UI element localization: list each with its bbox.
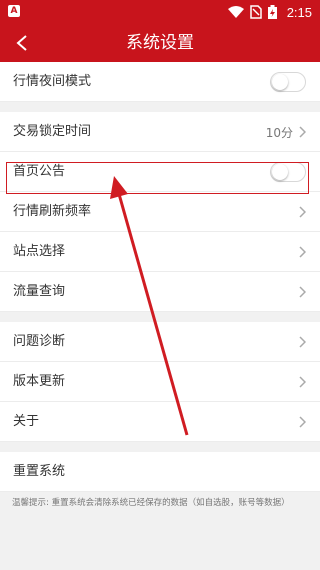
setting-site-selection[interactable]: 站点选择 bbox=[0, 232, 320, 272]
toggle-knob bbox=[272, 74, 288, 90]
setting-label: 站点选择 bbox=[13, 244, 66, 259]
chevron-right-icon bbox=[299, 336, 306, 348]
setting-label: 关于 bbox=[13, 414, 40, 429]
back-button[interactable] bbox=[10, 31, 34, 55]
setting-value: 10分 bbox=[265, 125, 293, 140]
setting-label: 行情夜间模式 bbox=[13, 74, 92, 89]
chevron-right-icon bbox=[299, 246, 306, 258]
setting-about[interactable]: 关于 bbox=[0, 402, 320, 442]
chevron-right-icon bbox=[299, 206, 306, 218]
toggle-knob bbox=[272, 164, 288, 180]
chevron-right-icon bbox=[299, 376, 306, 388]
setting-label: 问题诊断 bbox=[13, 334, 66, 349]
chevron-right-icon bbox=[299, 126, 306, 138]
setting-label: 流量查询 bbox=[13, 284, 66, 299]
setting-data-usage[interactable]: 流量查询 bbox=[0, 272, 320, 312]
nav-bar: 系统设置 bbox=[0, 24, 320, 62]
back-arrow-icon bbox=[16, 35, 27, 51]
page-title: 系统设置 bbox=[126, 33, 194, 53]
setting-version-update[interactable]: 版本更新 bbox=[0, 362, 320, 402]
toggle-switch[interactable] bbox=[270, 72, 306, 92]
setting-home-announcement[interactable]: 首页公告 bbox=[0, 152, 320, 192]
settings-list: 行情夜间模式 交易锁定时间 10分首页公告行情刷新频率 站点选择流量查询问题诊断版本更… bbox=[0, 62, 320, 510]
setting-trade-lock-time[interactable]: 交易锁定时间 10分 bbox=[0, 112, 320, 152]
setting-label: 交易锁定时间 bbox=[13, 124, 92, 139]
reset-hint: 温馨提示: 重置系统会清除系统已经保存的数据（如自选股，账号等数据） bbox=[12, 498, 290, 508]
status-bar: A 2:15 bbox=[0, 0, 320, 24]
chevron-right-icon bbox=[299, 286, 306, 298]
setting-label: 版本更新 bbox=[13, 374, 66, 389]
setting-reset-system[interactable]: 重置系统 bbox=[0, 452, 320, 492]
setting-label: 重置系统 bbox=[13, 464, 66, 479]
clock: 2:15 bbox=[286, 4, 312, 20]
section-gap bbox=[0, 102, 320, 112]
setting-quote-refresh-rate[interactable]: 行情刷新频率 bbox=[0, 192, 320, 232]
section-gap bbox=[0, 312, 320, 322]
setting-night-mode[interactable]: 行情夜间模式 bbox=[0, 62, 320, 102]
section-gap bbox=[0, 442, 320, 452]
chevron-right-icon bbox=[299, 416, 306, 428]
setting-label: 行情刷新频率 bbox=[13, 204, 92, 219]
setting-diagnostics[interactable]: 问题诊断 bbox=[0, 322, 320, 362]
toggle-switch[interactable] bbox=[270, 162, 306, 182]
setting-label: 首页公告 bbox=[13, 164, 66, 179]
wifi-icon bbox=[227, 6, 244, 18]
no-sim-icon bbox=[249, 5, 262, 19]
battery-charging-icon bbox=[267, 5, 277, 19]
app-notification-icon: A bbox=[8, 5, 20, 17]
